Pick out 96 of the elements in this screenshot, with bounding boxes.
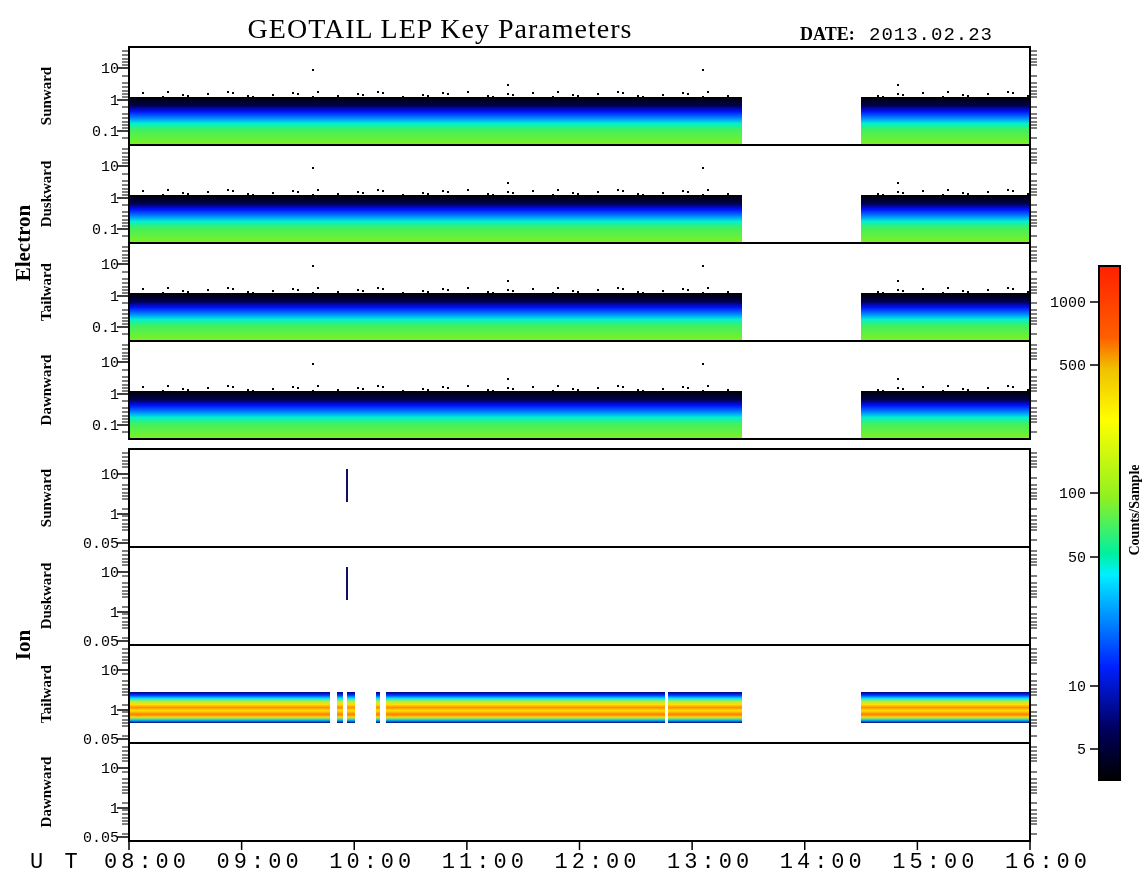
- y-tick-label: 0.1: [92, 320, 119, 337]
- y-tick-label: 10: [101, 159, 119, 176]
- date-value: 2013.02.23: [869, 24, 994, 46]
- colorbar-tick-label: 100: [1059, 486, 1086, 503]
- y-tick: [116, 393, 130, 395]
- y-tick: [116, 130, 130, 132]
- y-tick-label: 10: [101, 61, 119, 78]
- y-tick: [116, 611, 130, 613]
- direction-label: Dawnward: [38, 354, 54, 426]
- y-tick: [116, 295, 130, 297]
- direction-label: Tailward: [38, 263, 54, 321]
- y-tick-label: 1: [110, 703, 119, 720]
- y-tick-label: 10: [101, 761, 119, 778]
- y-tick-label: 0.1: [92, 222, 119, 239]
- y-tick: [116, 767, 130, 769]
- y-tick-label: 1: [110, 191, 119, 208]
- y-tick: [116, 640, 130, 642]
- spectrogram-band: [347, 692, 355, 723]
- y-tick-label: 1: [110, 507, 119, 524]
- colorbar-label: Counts/Sample: [1127, 464, 1142, 556]
- colorbar-tick-label: 10: [1068, 679, 1086, 696]
- colorbar-tick-label: 5: [1077, 742, 1086, 759]
- colorbar-tick: [1089, 364, 1100, 366]
- y-tick: [116, 571, 130, 573]
- x-tick: [804, 840, 806, 851]
- x-tick: [1029, 840, 1031, 851]
- y-tick: [116, 67, 130, 69]
- y-tick-label: 0.1: [92, 418, 119, 435]
- x-tick: [916, 840, 919, 851]
- colorbar-tick: [1089, 748, 1100, 750]
- y-tick: [116, 473, 130, 475]
- y-tick: [116, 836, 130, 838]
- y-tick: [116, 263, 130, 265]
- y-tick-label: 1: [110, 93, 119, 110]
- y-tick-label: 1: [110, 605, 119, 622]
- colorbar-tick: [1089, 492, 1100, 494]
- y-tick: [116, 197, 130, 199]
- y-tick-label: 10: [101, 355, 119, 372]
- y-tick: [116, 165, 130, 167]
- y-tick-label: 1: [110, 801, 119, 818]
- x-tick: [353, 840, 355, 851]
- colorbar-tick-label: 1000: [1050, 295, 1086, 312]
- spectrogram-band: [337, 692, 343, 723]
- x-tick-label: 16:00: [1005, 850, 1091, 875]
- colorbar-tick: [1089, 556, 1100, 558]
- colorbar-tick-label: 500: [1059, 358, 1086, 375]
- x-tick: [466, 840, 468, 851]
- y-tick: [116, 326, 130, 328]
- x-tick-label: 14:00: [779, 850, 866, 875]
- x-tick-label: 13:00: [667, 850, 754, 875]
- x-tick: [691, 840, 693, 851]
- y-tick: [116, 424, 130, 426]
- colorbar-tick: [1089, 685, 1100, 687]
- y-tick: [116, 513, 130, 515]
- direction-label: Tailward: [38, 665, 54, 723]
- y-tick: [116, 228, 130, 230]
- colorbar-tick-label: 50: [1068, 550, 1086, 567]
- y-tick: [116, 361, 130, 363]
- species-label: Electron: [11, 204, 35, 282]
- y-tick-label: 0.05: [83, 536, 119, 553]
- y-tick-label: 10: [101, 565, 119, 582]
- direction-label: Sunward: [38, 66, 54, 126]
- y-tick-label: 1: [110, 387, 119, 404]
- colorbar-tick: [1089, 301, 1100, 303]
- x-tick: [128, 840, 130, 851]
- x-tick-label: 12:00: [554, 850, 641, 875]
- species-label: Ion: [11, 629, 35, 661]
- x-tick: [240, 840, 243, 851]
- x-tick-label: 15:00: [892, 850, 979, 875]
- direction-label: Duskward: [38, 562, 54, 630]
- y-tick-label: 10: [101, 257, 119, 274]
- x-tick-label: 08:00: [104, 850, 190, 875]
- plot-title: GEOTAIL LEP Key Parameters: [247, 13, 633, 44]
- direction-label: Sunward: [38, 468, 54, 528]
- y-tick-label: 1: [110, 289, 119, 306]
- x-tick-label: 11:00: [441, 850, 528, 875]
- direction-label: Dawnward: [38, 756, 54, 828]
- y-tick-label: 0.05: [83, 732, 119, 749]
- x-tick-label: 10:00: [329, 850, 416, 875]
- spectrogram-band: [376, 692, 380, 723]
- date-label: DATE:: [800, 24, 855, 44]
- y-tick-label: 10: [101, 663, 119, 680]
- x-tick-label: 09:00: [216, 850, 303, 875]
- y-tick: [116, 99, 130, 101]
- y-tick-label: 0.1: [92, 124, 119, 141]
- x-tick: [578, 840, 581, 851]
- direction-label: Duskward: [38, 160, 54, 228]
- y-tick: [116, 807, 130, 809]
- y-tick: [116, 542, 130, 544]
- x-axis-label: U T: [30, 850, 82, 875]
- y-tick: [116, 669, 130, 671]
- y-tick-label: 0.05: [83, 830, 119, 847]
- y-tick-label: 0.05: [83, 634, 119, 651]
- y-tick: [116, 709, 130, 711]
- y-tick: [116, 738, 130, 740]
- y-tick-label: 10: [101, 467, 119, 484]
